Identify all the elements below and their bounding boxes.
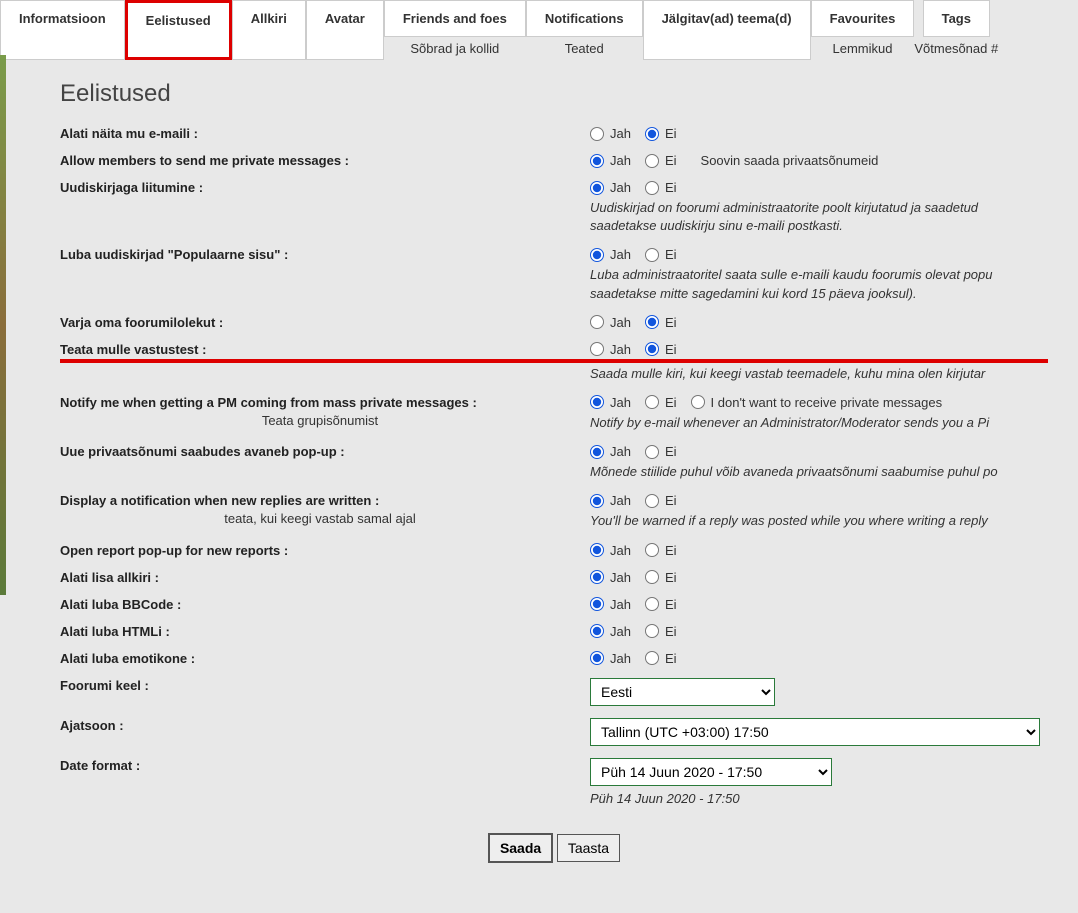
radio-show-email-no[interactable] — [645, 127, 659, 141]
tab-favourites-sub: Lemmikud — [833, 37, 893, 60]
radio-bbcode-no[interactable] — [645, 597, 659, 611]
radio-report-yes[interactable] — [590, 543, 604, 557]
radio-masspm-none[interactable] — [691, 395, 705, 409]
label-lang: Foorumi keel : — [60, 678, 149, 693]
label-html: Alati luba HTMLi : — [60, 624, 170, 639]
radio-html-yes[interactable] — [590, 624, 604, 638]
page-title: Eelistused — [60, 80, 1048, 108]
radio-popular-yes[interactable] — [590, 248, 604, 262]
label-date: Date format : — [60, 758, 140, 773]
radio-emot-yes[interactable] — [590, 651, 604, 665]
label-pm-popup: Uue privaatsõnumi saabudes avaneb pop-up… — [60, 444, 345, 459]
tab-friends-foes-sub: Sõbrad ja kollid — [410, 37, 499, 60]
tab-tags[interactable]: Tags — [923, 0, 990, 37]
row-bbcode: Alati luba BBCode : Jah Ei — [60, 597, 1048, 612]
row-html: Alati luba HTMLi : Jah Ei — [60, 624, 1048, 639]
radio-popup-no[interactable] — [645, 445, 659, 459]
radio-allow-pm-no[interactable] — [645, 154, 659, 168]
select-timezone[interactable]: Tallinn (UTC +03:00) 17:50 — [590, 718, 1040, 746]
radio-report-no[interactable] — [645, 543, 659, 557]
radio-show-email-yes[interactable] — [590, 127, 604, 141]
desc-notify-replies: Saada mulle kiri, kui keegi vastab teema… — [590, 365, 1048, 383]
tab-preferences[interactable]: Eelistused — [125, 0, 232, 60]
tab-notifications-sub: Teated — [565, 37, 604, 60]
label-hide-presence: Varja oma foorumilolekut : — [60, 315, 223, 330]
row-attach-sig: Alati lisa allkiri : Jah Ei — [60, 570, 1048, 585]
radio-emot-no[interactable] — [645, 651, 659, 665]
row-show-email: Alati näita mu e-maili : Jah Ei — [60, 126, 1048, 141]
label-notify-replies: Teata mulle vastustest : — [60, 342, 206, 357]
row-pm-popup: Uue privaatsõnumi saabudes avaneb pop-up… — [60, 444, 1048, 481]
label-popular: Luba uudiskirjad "Populaarne sisu" : — [60, 247, 288, 262]
tab-favourites[interactable]: Favourites — [811, 0, 915, 37]
tab-notifications[interactable]: Notifications — [526, 0, 643, 37]
label-new-reply-sub: teata, kui keegi vastab samal ajal — [60, 508, 580, 526]
radio-newsletter-no[interactable] — [645, 181, 659, 195]
row-notify-replies-desc: Saada mulle kiri, kui keegi vastab teema… — [60, 365, 1048, 383]
radio-popup-yes[interactable] — [590, 445, 604, 459]
desc-date: Püh 14 Juun 2020 - 17:50 — [590, 790, 1048, 808]
select-language[interactable]: Eesti — [590, 678, 775, 706]
radio-masspm-no[interactable] — [645, 395, 659, 409]
radio-bbcode-yes[interactable] — [590, 597, 604, 611]
label-mass-pm: Notify me when getting a PM coming from … — [60, 395, 477, 410]
tab-avatar[interactable]: Avatar — [306, 0, 384, 60]
radio-masspm-yes[interactable] — [590, 395, 604, 409]
label-new-reply: Display a notification when new replies … — [60, 493, 379, 508]
radio-hide-no[interactable] — [645, 315, 659, 329]
radio-replies-no[interactable] — [645, 342, 659, 356]
row-hide-presence: Varja oma foorumilolekut : Jah Ei — [60, 315, 1048, 330]
desc-popup: Mõnede stiilide puhul võib avaneda priva… — [590, 463, 1048, 481]
radio-sig-yes[interactable] — [590, 570, 604, 584]
row-date-format: Date format : Püh 14 Juun 2020 - 17:50 P… — [60, 758, 1048, 808]
row-newsletter: Uudiskirjaga liitumine : Jah Ei Uudiskir… — [60, 180, 1048, 235]
save-button[interactable]: Saada — [488, 833, 553, 863]
tab-tags-sub: Võtmesõnad # — [914, 37, 998, 60]
radio-replies-yes[interactable] — [590, 342, 604, 356]
label-show-email: Alati näita mu e-maili : — [60, 126, 198, 141]
desc-masspm: Notify by e-mail whenever an Administrat… — [590, 414, 1048, 432]
label-emot: Alati luba emotikone : — [60, 651, 195, 666]
label-allow-pm: Allow members to send me private message… — [60, 153, 349, 168]
radio-popular-no[interactable] — [645, 248, 659, 262]
reset-button[interactable]: Taasta — [557, 834, 620, 862]
radio-html-no[interactable] — [645, 624, 659, 638]
desc-newreply: You'll be warned if a reply was posted w… — [590, 512, 1048, 530]
label-report: Open report pop-up for new reports : — [60, 543, 288, 558]
select-date-format[interactable]: Püh 14 Juun 2020 - 17:50 — [590, 758, 832, 786]
allow-pm-note: Soovin saada privaatsõnumeid — [701, 153, 879, 168]
radio-newsletter-yes[interactable] — [590, 181, 604, 195]
row-popular: Luba uudiskirjad "Populaarne sisu" : Jah… — [60, 247, 1048, 302]
radio-allow-pm-yes[interactable] — [590, 154, 604, 168]
radio-newreply-yes[interactable] — [590, 494, 604, 508]
row-emoticons: Alati luba emotikone : Jah Ei — [60, 651, 1048, 666]
label-bbcode: Alati luba BBCode : — [60, 597, 181, 612]
row-allow-pm: Allow members to send me private message… — [60, 153, 1048, 168]
row-new-reply-notif: Display a notification when new replies … — [60, 493, 1048, 530]
tab-friends-foes[interactable]: Friends and foes — [384, 0, 526, 37]
row-timezone: Ajatsoon : Tallinn (UTC +03:00) 17:50 — [60, 718, 1048, 746]
radio-hide-yes[interactable] — [590, 315, 604, 329]
row-language: Foorumi keel : Eesti — [60, 678, 1048, 706]
label-newsletter: Uudiskirjaga liitumine : — [60, 180, 203, 195]
label-mass-pm-sub: Teata grupisõnumist — [60, 410, 580, 428]
row-notify-replies: Teata mulle vastustest : Jah Ei — [60, 342, 1048, 363]
desc-popular: Luba administraatoritel saata sulle e-ma… — [590, 266, 1048, 302]
row-mass-pm: Notify me when getting a PM coming from … — [60, 395, 1048, 432]
radio-newreply-no[interactable] — [645, 494, 659, 508]
label-sig: Alati lisa allkiri : — [60, 570, 159, 585]
tab-signature[interactable]: Allkiri — [232, 0, 306, 60]
tab-info[interactable]: Informatsioon — [0, 0, 125, 60]
tabs-bar: Informatsioon Eelistused Allkiri Avatar … — [0, 0, 1078, 60]
row-report-popup: Open report pop-up for new reports : Jah… — [60, 543, 1048, 558]
label-tz: Ajatsoon : — [60, 718, 124, 733]
tab-followed-topics[interactable]: Jälgitav(ad) teema(d) — [643, 0, 811, 60]
desc-newsletter: Uudiskirjad on foorumi administraatorite… — [590, 199, 1048, 235]
radio-sig-no[interactable] — [645, 570, 659, 584]
